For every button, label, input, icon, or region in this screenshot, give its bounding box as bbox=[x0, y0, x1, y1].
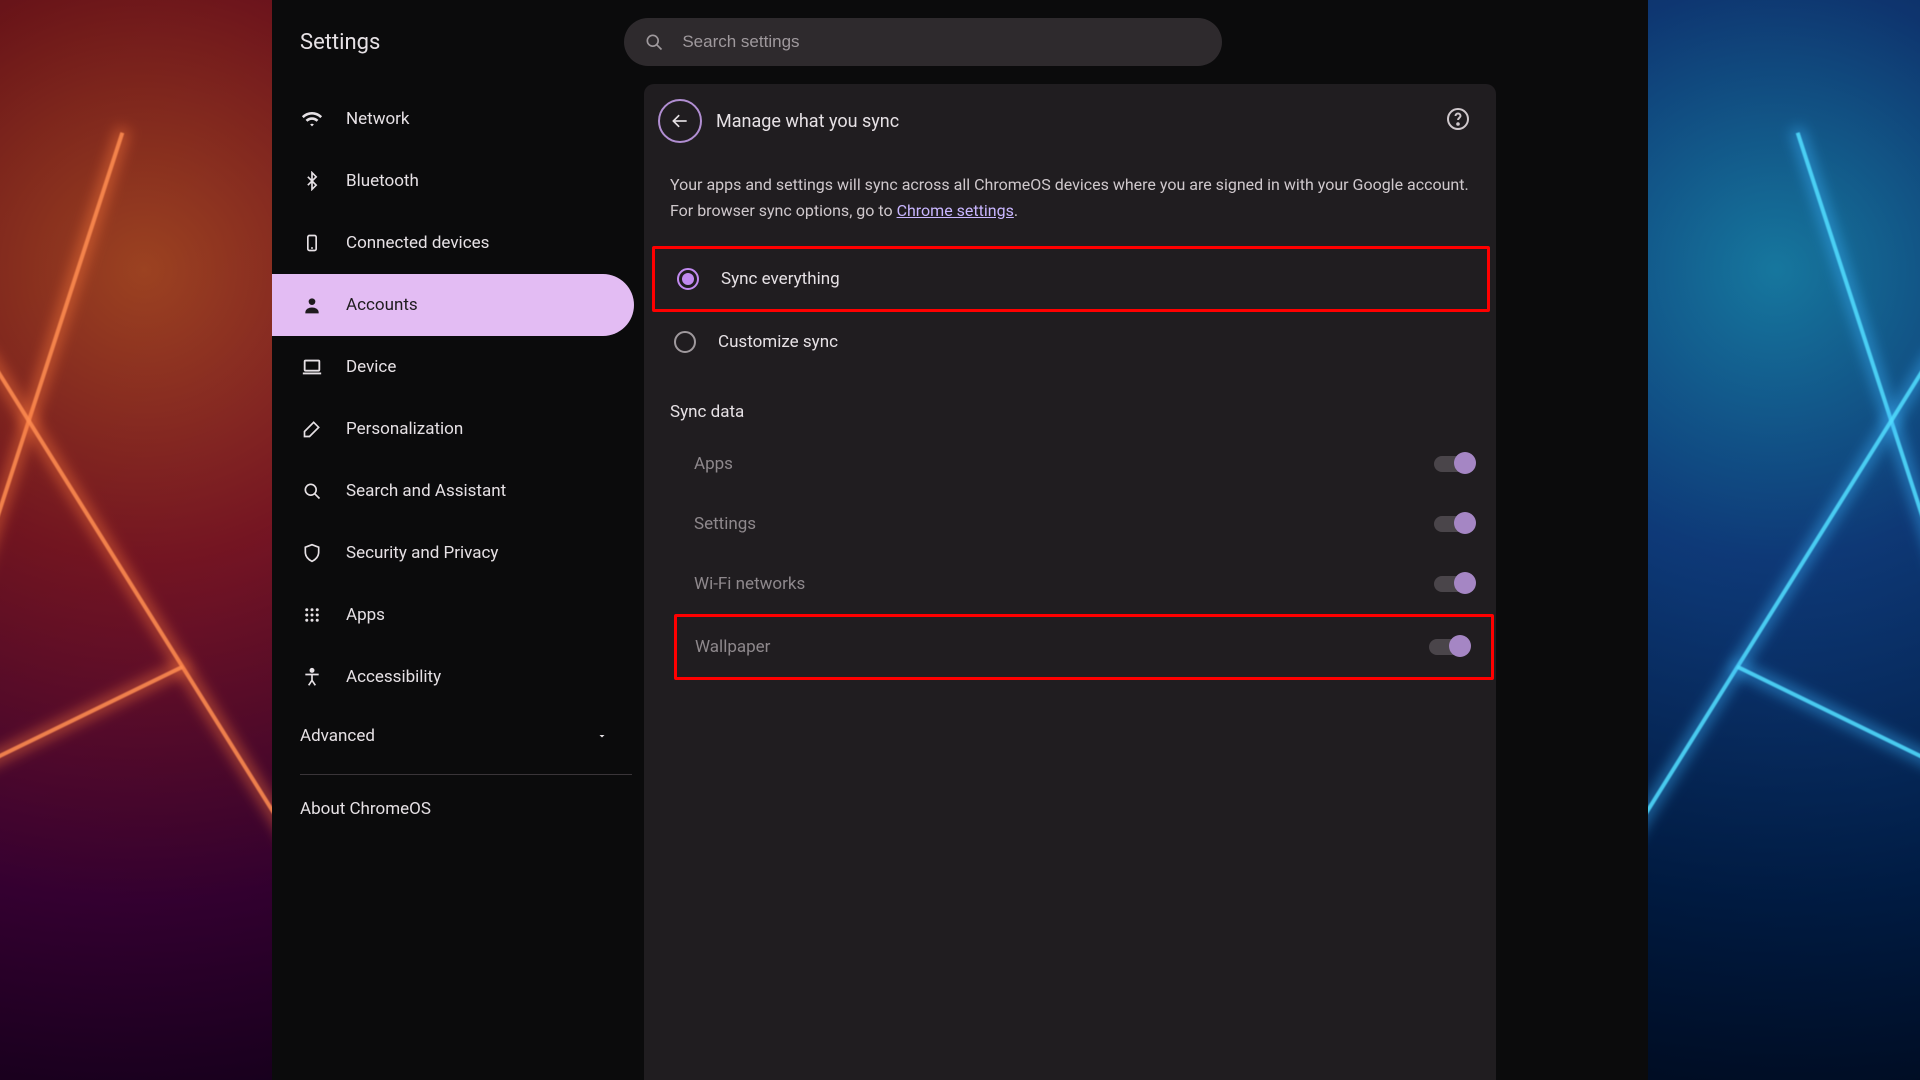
wifi-icon bbox=[300, 107, 324, 131]
toggle-settings[interactable] bbox=[1434, 516, 1474, 532]
chevron-down-icon bbox=[596, 730, 608, 742]
help-icon bbox=[1446, 107, 1474, 131]
top-bar: Settings bbox=[272, 0, 1648, 84]
highlight-sync-everything: Sync everything bbox=[652, 246, 1490, 312]
app-title: Settings bbox=[300, 30, 380, 55]
sidebar-item-search-assistant[interactable]: Search and Assistant bbox=[272, 460, 634, 522]
sidebar-item-label: Device bbox=[346, 357, 396, 377]
radio-icon bbox=[677, 268, 699, 290]
sidebar-item-label: Bluetooth bbox=[346, 171, 419, 191]
sidebar-item-label: Network bbox=[346, 109, 410, 129]
toggle-wifi[interactable] bbox=[1434, 576, 1474, 592]
brush-icon bbox=[300, 417, 324, 441]
laptop-icon bbox=[300, 355, 324, 379]
sidebar-item-accessibility[interactable]: Accessibility bbox=[272, 646, 634, 708]
sync-description: Your apps and settings will sync across … bbox=[644, 158, 1496, 246]
settings-window: Settings Network Bluetooth bbox=[272, 0, 1648, 1080]
sidebar-item-label: Security and Privacy bbox=[346, 543, 498, 563]
sidebar-item-label: Accessibility bbox=[346, 667, 441, 687]
help-button[interactable] bbox=[1446, 107, 1474, 135]
toggle-row-wifi: Wi-Fi networks bbox=[644, 554, 1496, 614]
search-input[interactable] bbox=[682, 32, 1202, 52]
shield-icon bbox=[300, 541, 324, 565]
person-icon bbox=[300, 293, 324, 317]
sidebar-divider bbox=[300, 774, 632, 775]
sidebar-item-network[interactable]: Network bbox=[272, 88, 634, 150]
advanced-label: Advanced bbox=[300, 726, 375, 746]
radio-label: Customize sync bbox=[718, 332, 838, 352]
highlight-wallpaper: Wallpaper bbox=[674, 614, 1494, 680]
chrome-settings-link[interactable]: Chrome settings bbox=[897, 201, 1014, 220]
sidebar-item-label: Search and Assistant bbox=[346, 481, 506, 501]
toggle-wallpaper[interactable] bbox=[1429, 639, 1469, 655]
about-label: About ChromeOS bbox=[300, 799, 431, 819]
search-icon bbox=[644, 32, 664, 52]
search-field[interactable] bbox=[624, 18, 1222, 66]
sidebar-item-label: Connected devices bbox=[346, 233, 489, 253]
radio-sync-everything[interactable]: Sync everything bbox=[655, 249, 1487, 309]
sidebar-advanced-toggle[interactable]: Advanced bbox=[272, 708, 644, 764]
main-header: Manage what you sync bbox=[644, 84, 1496, 158]
toggle-label: Apps bbox=[694, 454, 733, 474]
sidebar-item-bluetooth[interactable]: Bluetooth bbox=[272, 150, 634, 212]
sidebar-item-connected-devices[interactable]: Connected devices bbox=[272, 212, 634, 274]
toggle-label: Wi-Fi networks bbox=[694, 574, 805, 594]
sidebar-item-label: Accounts bbox=[346, 295, 418, 315]
devices-icon bbox=[300, 231, 324, 255]
back-button[interactable] bbox=[658, 99, 702, 143]
sidebar-item-security[interactable]: Security and Privacy bbox=[272, 522, 634, 584]
toggle-label: Wallpaper bbox=[695, 637, 770, 657]
sidebar-item-device[interactable]: Device bbox=[272, 336, 634, 398]
main-panel: Manage what you sync Your apps and setti… bbox=[644, 84, 1496, 1080]
grid-icon bbox=[300, 603, 324, 627]
sidebar-item-label: Apps bbox=[346, 605, 385, 625]
toggle-label: Settings bbox=[694, 514, 756, 534]
radio-label: Sync everything bbox=[721, 269, 840, 289]
sync-data-section-title: Sync data bbox=[644, 372, 1496, 434]
radio-icon bbox=[674, 331, 696, 353]
sidebar-item-apps[interactable]: Apps bbox=[272, 584, 634, 646]
sidebar-item-label: Personalization bbox=[346, 419, 463, 439]
sidebar-about[interactable]: About ChromeOS bbox=[272, 781, 644, 819]
sidebar-item-accounts[interactable]: Accounts bbox=[272, 274, 634, 336]
accessibility-icon bbox=[300, 665, 324, 689]
bluetooth-icon bbox=[300, 169, 324, 193]
search-icon bbox=[300, 479, 324, 503]
toggle-row-settings: Settings bbox=[644, 494, 1496, 554]
radio-customize-sync[interactable]: Customize sync bbox=[652, 312, 1488, 372]
arrow-left-icon bbox=[670, 111, 690, 131]
sidebar: Network Bluetooth Connected devices Acco… bbox=[272, 84, 644, 1080]
page-title: Manage what you sync bbox=[716, 111, 1446, 132]
sidebar-item-personalization[interactable]: Personalization bbox=[272, 398, 634, 460]
toggle-apps[interactable] bbox=[1434, 456, 1474, 472]
toggle-row-apps: Apps bbox=[644, 434, 1496, 494]
toggle-row-wallpaper: Wallpaper bbox=[677, 617, 1491, 677]
